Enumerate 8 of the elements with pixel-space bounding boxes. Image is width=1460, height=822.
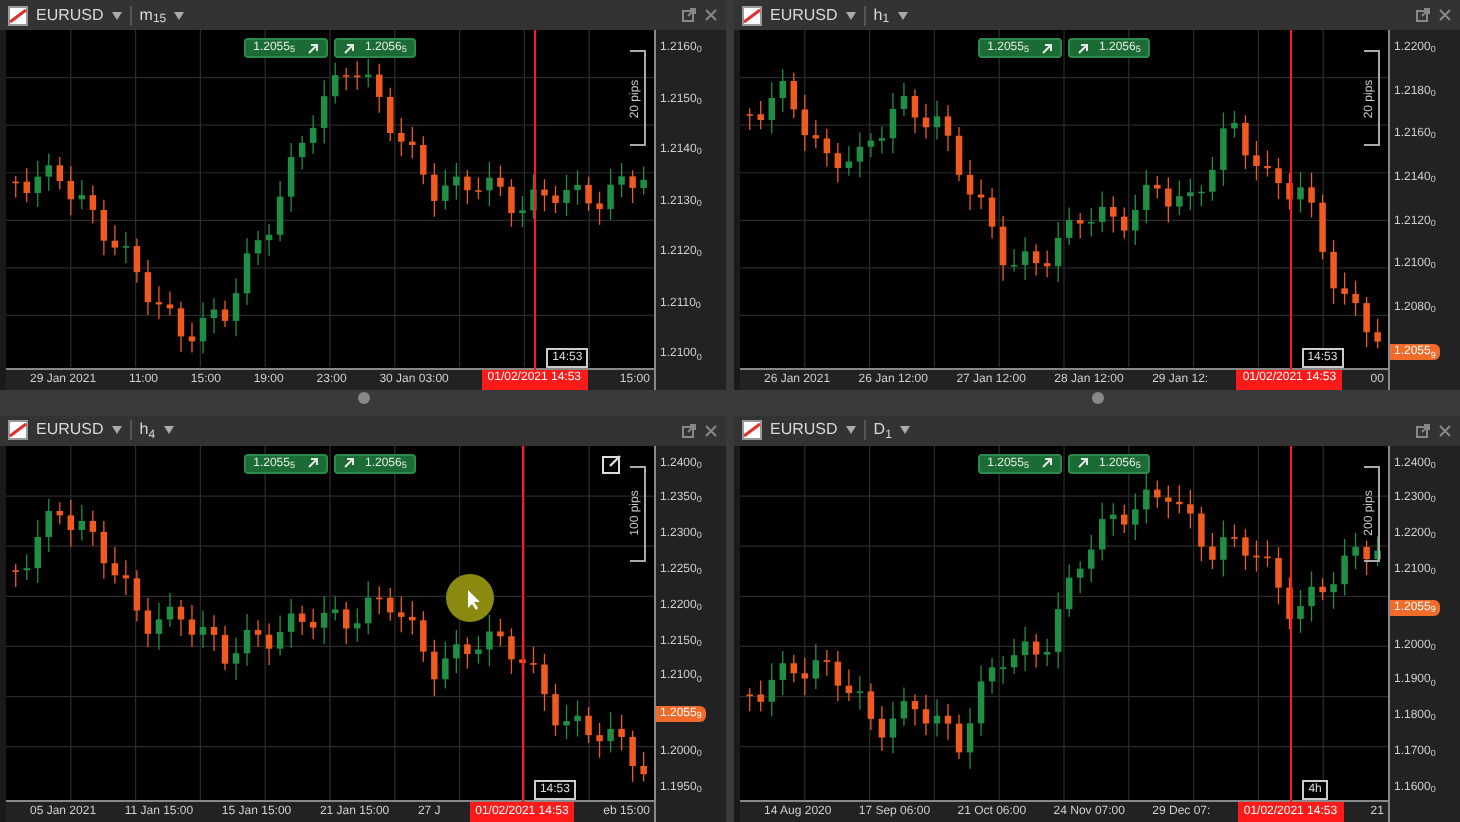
- symbol-dropdown[interactable]: EURUSD: [770, 418, 838, 442]
- symbol-dropdown[interactable]: EURUSD: [36, 418, 104, 442]
- symbol-dropdown[interactable]: EURUSD: [770, 3, 838, 27]
- timeframe-dropdown[interactable]: h$_{1}$: [873, 3, 890, 27]
- timeframe-dropdown[interactable]: h$_{4}$: [139, 418, 156, 442]
- timeframe-dropdown[interactable]: D$_{1}$: [873, 418, 892, 442]
- symbol-dropdown[interactable]: EURUSD: [36, 3, 104, 27]
- timeframe-dropdown[interactable]: m$_{15}$: [139, 3, 167, 27]
